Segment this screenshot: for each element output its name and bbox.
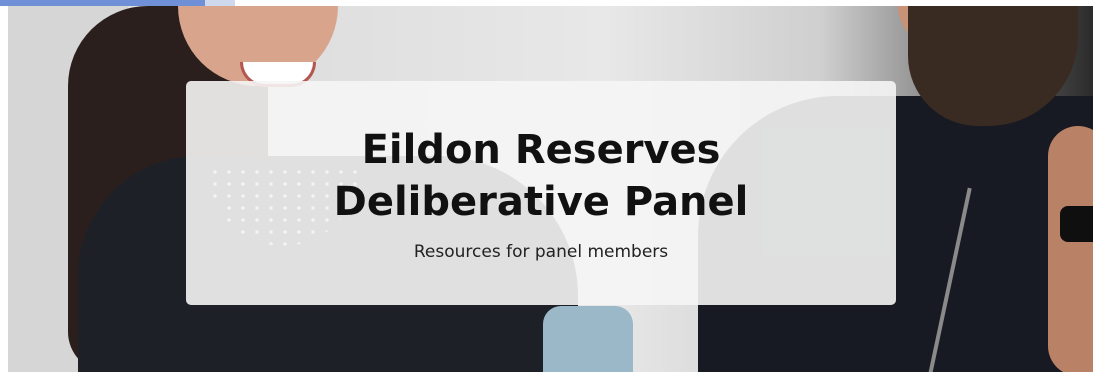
hero-text-card: Eildon Reserves Deliberative Panel Resou… xyxy=(186,81,896,305)
hero-photo-watch xyxy=(1060,206,1093,242)
page-subtitle: Resources for panel members xyxy=(413,242,669,262)
hero-photo-mug xyxy=(543,306,633,372)
page-title: Eildon Reserves Deliberative Panel xyxy=(333,127,749,225)
hero-photo-arm xyxy=(1048,126,1093,372)
